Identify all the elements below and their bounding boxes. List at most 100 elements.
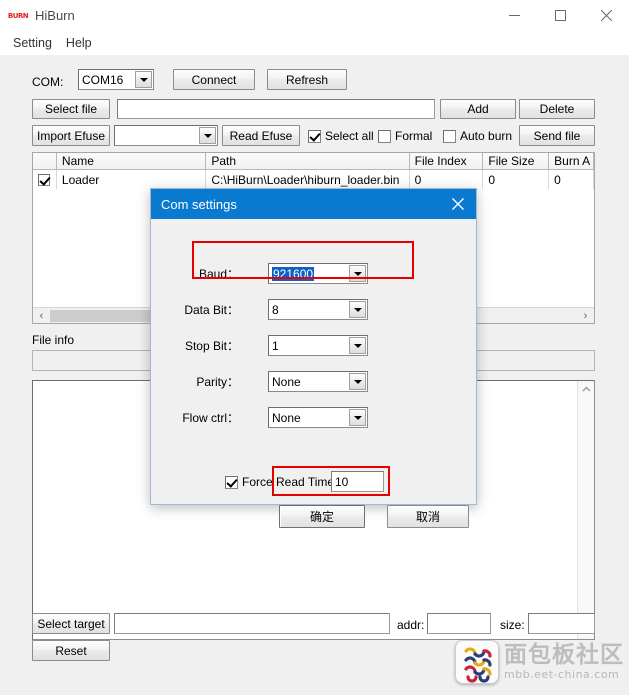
close-icon[interactable] <box>440 189 476 219</box>
com-label: COM: <box>32 75 64 89</box>
dialog-title: Com settings <box>161 196 237 212</box>
menu-bar: Setting Help <box>0 31 629 55</box>
grid-header-row: Name Path File Index File Size Burn A <box>33 153 594 170</box>
select-all-checkbox[interactable]: Select all <box>308 129 374 143</box>
chevron-down-icon[interactable] <box>349 337 366 354</box>
watermark-site-name: 面包板社区 <box>504 642 624 669</box>
select-target-button[interactable]: Select target <box>32 613 110 634</box>
baud-row: Baud： 921600 <box>169 263 429 284</box>
dialog-body: Baud： 921600 Data Bit： 8 Stop Bit： 1 Par… <box>151 219 476 528</box>
row-file-size: 0 <box>483 170 550 189</box>
force-read-time-input[interactable]: 10 <box>331 471 384 492</box>
scroll-up-icon[interactable] <box>578 381 595 398</box>
chevron-down-icon[interactable] <box>199 127 216 144</box>
force-read-time-label: Force Read Time <box>242 475 335 489</box>
checkbox-box <box>308 129 321 143</box>
select-target-input[interactable] <box>114 613 390 634</box>
watermark-url: mbb.eet-china.com <box>504 667 620 681</box>
window-controls <box>491 0 629 31</box>
com-settings-dialog: Com settings Baud： 921600 Data Bit： 8 St… <box>150 188 477 528</box>
dialog-title-bar: Com settings <box>151 189 476 219</box>
addr-input[interactable] <box>427 613 491 634</box>
com-port-select[interactable]: COM16 <box>78 69 154 90</box>
connect-button[interactable]: Connect <box>173 69 255 90</box>
send-file-button[interactable]: Send file <box>519 125 595 146</box>
flow-ctrl-select[interactable]: None <box>268 407 368 428</box>
select-file-path-input[interactable] <box>117 99 435 119</box>
parity-value: None <box>272 374 301 389</box>
stop-bit-select[interactable]: 1 <box>268 335 368 356</box>
checkbox-box <box>225 475 238 489</box>
menu-item-help[interactable]: Help <box>59 34 99 52</box>
hiburn-logo-icon: BURN <box>8 11 28 20</box>
maximize-icon[interactable] <box>537 0 583 31</box>
delete-button[interactable]: Delete <box>519 99 595 119</box>
stop-bit-row: Stop Bit： 1 <box>169 335 429 356</box>
chevron-down-icon[interactable] <box>349 409 366 426</box>
row-burn-addr: 0 <box>549 170 594 189</box>
watermark-text: 面包板社区 mbb.eet-china.com <box>504 643 624 680</box>
stop-bit-value: 1 <box>272 338 279 353</box>
chevron-down-icon[interactable] <box>135 71 152 88</box>
row-path: C:\HiBurn\Loader\hiburn_loader.bin <box>206 170 410 189</box>
force-read-time-checkbox[interactable]: Force Read Time <box>225 475 334 489</box>
size-input[interactable] <box>528 613 595 634</box>
data-bit-label: Data Bit： <box>184 303 239 317</box>
com-port-value: COM16 <box>82 72 124 87</box>
auto-burn-checkbox[interactable]: Auto burn <box>443 129 512 143</box>
flow-ctrl-value: None <box>272 410 301 425</box>
minimize-icon[interactable] <box>491 0 537 31</box>
window-title: HiBurn <box>35 8 75 23</box>
grid-col-name[interactable]: Name <box>56 153 207 170</box>
formal-checkbox[interactable]: Formal <box>378 129 432 143</box>
addr-label: addr: <box>397 618 425 632</box>
title-bar: BURN HiBurn <box>0 0 629 31</box>
baud-label: Baud： <box>198 267 239 281</box>
data-bit-select[interactable]: 8 <box>268 299 368 320</box>
table-row[interactable]: Loader C:\HiBurn\Loader\hiburn_loader.bi… <box>33 170 594 189</box>
hiburn-application-window: BURN HiBurn Setting Help COM: COM16 Conn… <box>0 0 629 695</box>
checkbox-box <box>378 129 391 143</box>
formal-label: Formal <box>395 129 433 143</box>
grid-col-file-size[interactable]: File Size <box>483 153 550 170</box>
size-label: size: <box>500 618 525 632</box>
baud-value: 921600 <box>272 266 315 281</box>
parity-row: Parity： None <box>169 371 429 392</box>
grid-col-file-index[interactable]: File Index <box>409 153 484 170</box>
refresh-button[interactable]: Refresh <box>267 69 347 90</box>
add-button[interactable]: Add <box>440 99 516 119</box>
scroll-left-icon[interactable]: ‹ <box>33 308 50 324</box>
parity-select[interactable]: None <box>268 371 368 392</box>
menu-item-setting[interactable]: Setting <box>6 34 59 52</box>
efuse-select[interactable] <box>114 125 218 146</box>
checkbox-box <box>38 173 51 186</box>
row-file-index: 0 <box>410 170 484 189</box>
chevron-down-icon[interactable] <box>349 301 366 318</box>
chevron-down-icon[interactable] <box>349 373 366 390</box>
auto-burn-label: Auto burn <box>460 129 513 143</box>
grid-col-burn-addr[interactable]: Burn A <box>549 153 594 170</box>
baud-select[interactable]: 921600 <box>268 263 368 284</box>
file-info-label: File info <box>32 333 75 347</box>
row-checkbox[interactable] <box>33 170 57 189</box>
scroll-right-icon[interactable]: › <box>577 308 594 324</box>
reset-button[interactable]: Reset <box>32 640 110 661</box>
data-bit-value: 8 <box>272 302 279 317</box>
cancel-button[interactable]: 取消 <box>387 505 469 528</box>
site-watermark: 面包板社区 mbb.eet-china.com <box>455 640 624 684</box>
grid-col-path[interactable]: Path <box>206 153 410 170</box>
watermark-logo-icon <box>455 640 499 684</box>
close-icon[interactable] <box>583 0 629 31</box>
ok-button[interactable]: 确定 <box>279 505 365 528</box>
chevron-down-icon[interactable] <box>349 265 366 282</box>
grid-col-check[interactable] <box>33 153 57 170</box>
read-efuse-button[interactable]: Read Efuse <box>222 125 300 146</box>
log-vertical-scrollbar[interactable] <box>577 381 594 639</box>
stop-bit-label: Stop Bit： <box>184 339 239 353</box>
parity-label: Parity： <box>196 375 239 389</box>
data-bit-row: Data Bit： 8 <box>169 299 429 320</box>
flow-ctrl-row: Flow ctrl： None <box>169 407 429 428</box>
import-efuse-button[interactable]: Import Efuse <box>32 125 110 146</box>
row-name: Loader <box>57 170 207 189</box>
select-file-button[interactable]: Select file <box>32 99 110 119</box>
